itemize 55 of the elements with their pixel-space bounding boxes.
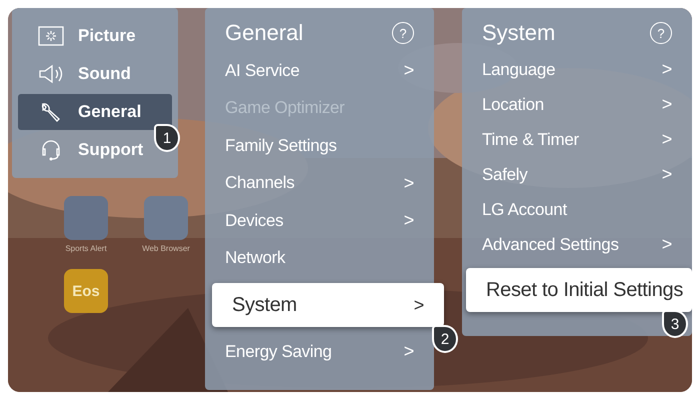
menu-item-label: Network xyxy=(225,248,286,268)
menu-item-label: Language xyxy=(482,60,556,80)
menu-item[interactable]: Energy Saving > xyxy=(205,333,434,370)
category-item[interactable]: Support xyxy=(18,132,156,168)
menu-item-label: System xyxy=(232,294,297,316)
chevron-icon: > xyxy=(404,341,414,362)
category-item[interactable]: General xyxy=(18,94,172,130)
menu-title: System xyxy=(482,20,556,46)
chevron-icon: > xyxy=(414,294,424,316)
menu-item[interactable]: Language > xyxy=(462,52,692,87)
menu-item-label: Energy Saving xyxy=(225,342,332,362)
app-label: Sports Alert xyxy=(65,244,107,253)
menu-item-label: LG Account xyxy=(482,200,567,220)
menu-item[interactable]: Channels > xyxy=(205,164,434,202)
chevron-icon: > xyxy=(404,60,414,82)
app-tile[interactable] xyxy=(144,196,188,240)
chevron-icon: > xyxy=(662,234,672,255)
chevron-icon: > xyxy=(662,164,672,185)
app-label: Web Browser xyxy=(142,244,190,253)
menu-item-label: Safely xyxy=(482,164,528,184)
step-marker: 3 xyxy=(662,310,688,338)
category-item[interactable]: Sound xyxy=(18,56,143,92)
menu-item-label: Devices xyxy=(225,210,284,231)
menu-item-label: Advanced Settings xyxy=(482,234,619,254)
chevron-icon: > xyxy=(404,210,414,232)
chevron-icon: > xyxy=(662,94,672,115)
chevron-icon: > xyxy=(404,172,414,194)
menu-item-label: Reset to Initial Settings xyxy=(486,278,684,302)
menu-item[interactable]: Family Settings xyxy=(205,127,434,164)
menu-item[interactable]: Network xyxy=(205,240,434,277)
help-button[interactable]: ? xyxy=(392,22,414,44)
chevron-icon: > xyxy=(662,129,672,150)
menu-item[interactable]: Safely > xyxy=(462,157,692,192)
menu-item-label: Time & Timer xyxy=(482,130,579,150)
menu-title: General xyxy=(225,20,304,46)
menu-item[interactable]: AI Service > xyxy=(205,52,434,90)
menu-item[interactable]: Time & Timer > xyxy=(462,122,692,157)
step-marker: 1 xyxy=(154,124,180,152)
app-tile[interactable] xyxy=(64,196,108,240)
menu-item[interactable]: LG Account xyxy=(462,192,692,227)
menu-item[interactable]: Location > xyxy=(462,87,692,122)
menu-item[interactable]: Advanced Settings > xyxy=(462,227,692,262)
menu-item-label: Channels xyxy=(225,173,294,194)
help-button[interactable]: ? xyxy=(650,22,672,44)
app-tile[interactable]: Eos xyxy=(64,269,108,313)
chevron-icon: > xyxy=(662,59,672,80)
speaker-icon xyxy=(38,64,64,84)
menu-item-label: Family Settings xyxy=(225,136,337,156)
category-item[interactable]: Picture xyxy=(18,18,148,54)
menu-item-label: AI Service xyxy=(225,60,300,81)
menu-item[interactable]: Reset to Initial Settings xyxy=(466,268,692,312)
menu-item[interactable]: Devices > xyxy=(205,202,434,240)
picture-frame-icon xyxy=(38,26,64,46)
menu-item-label: Location xyxy=(482,94,544,114)
menu-item[interactable]: System > xyxy=(212,283,444,327)
